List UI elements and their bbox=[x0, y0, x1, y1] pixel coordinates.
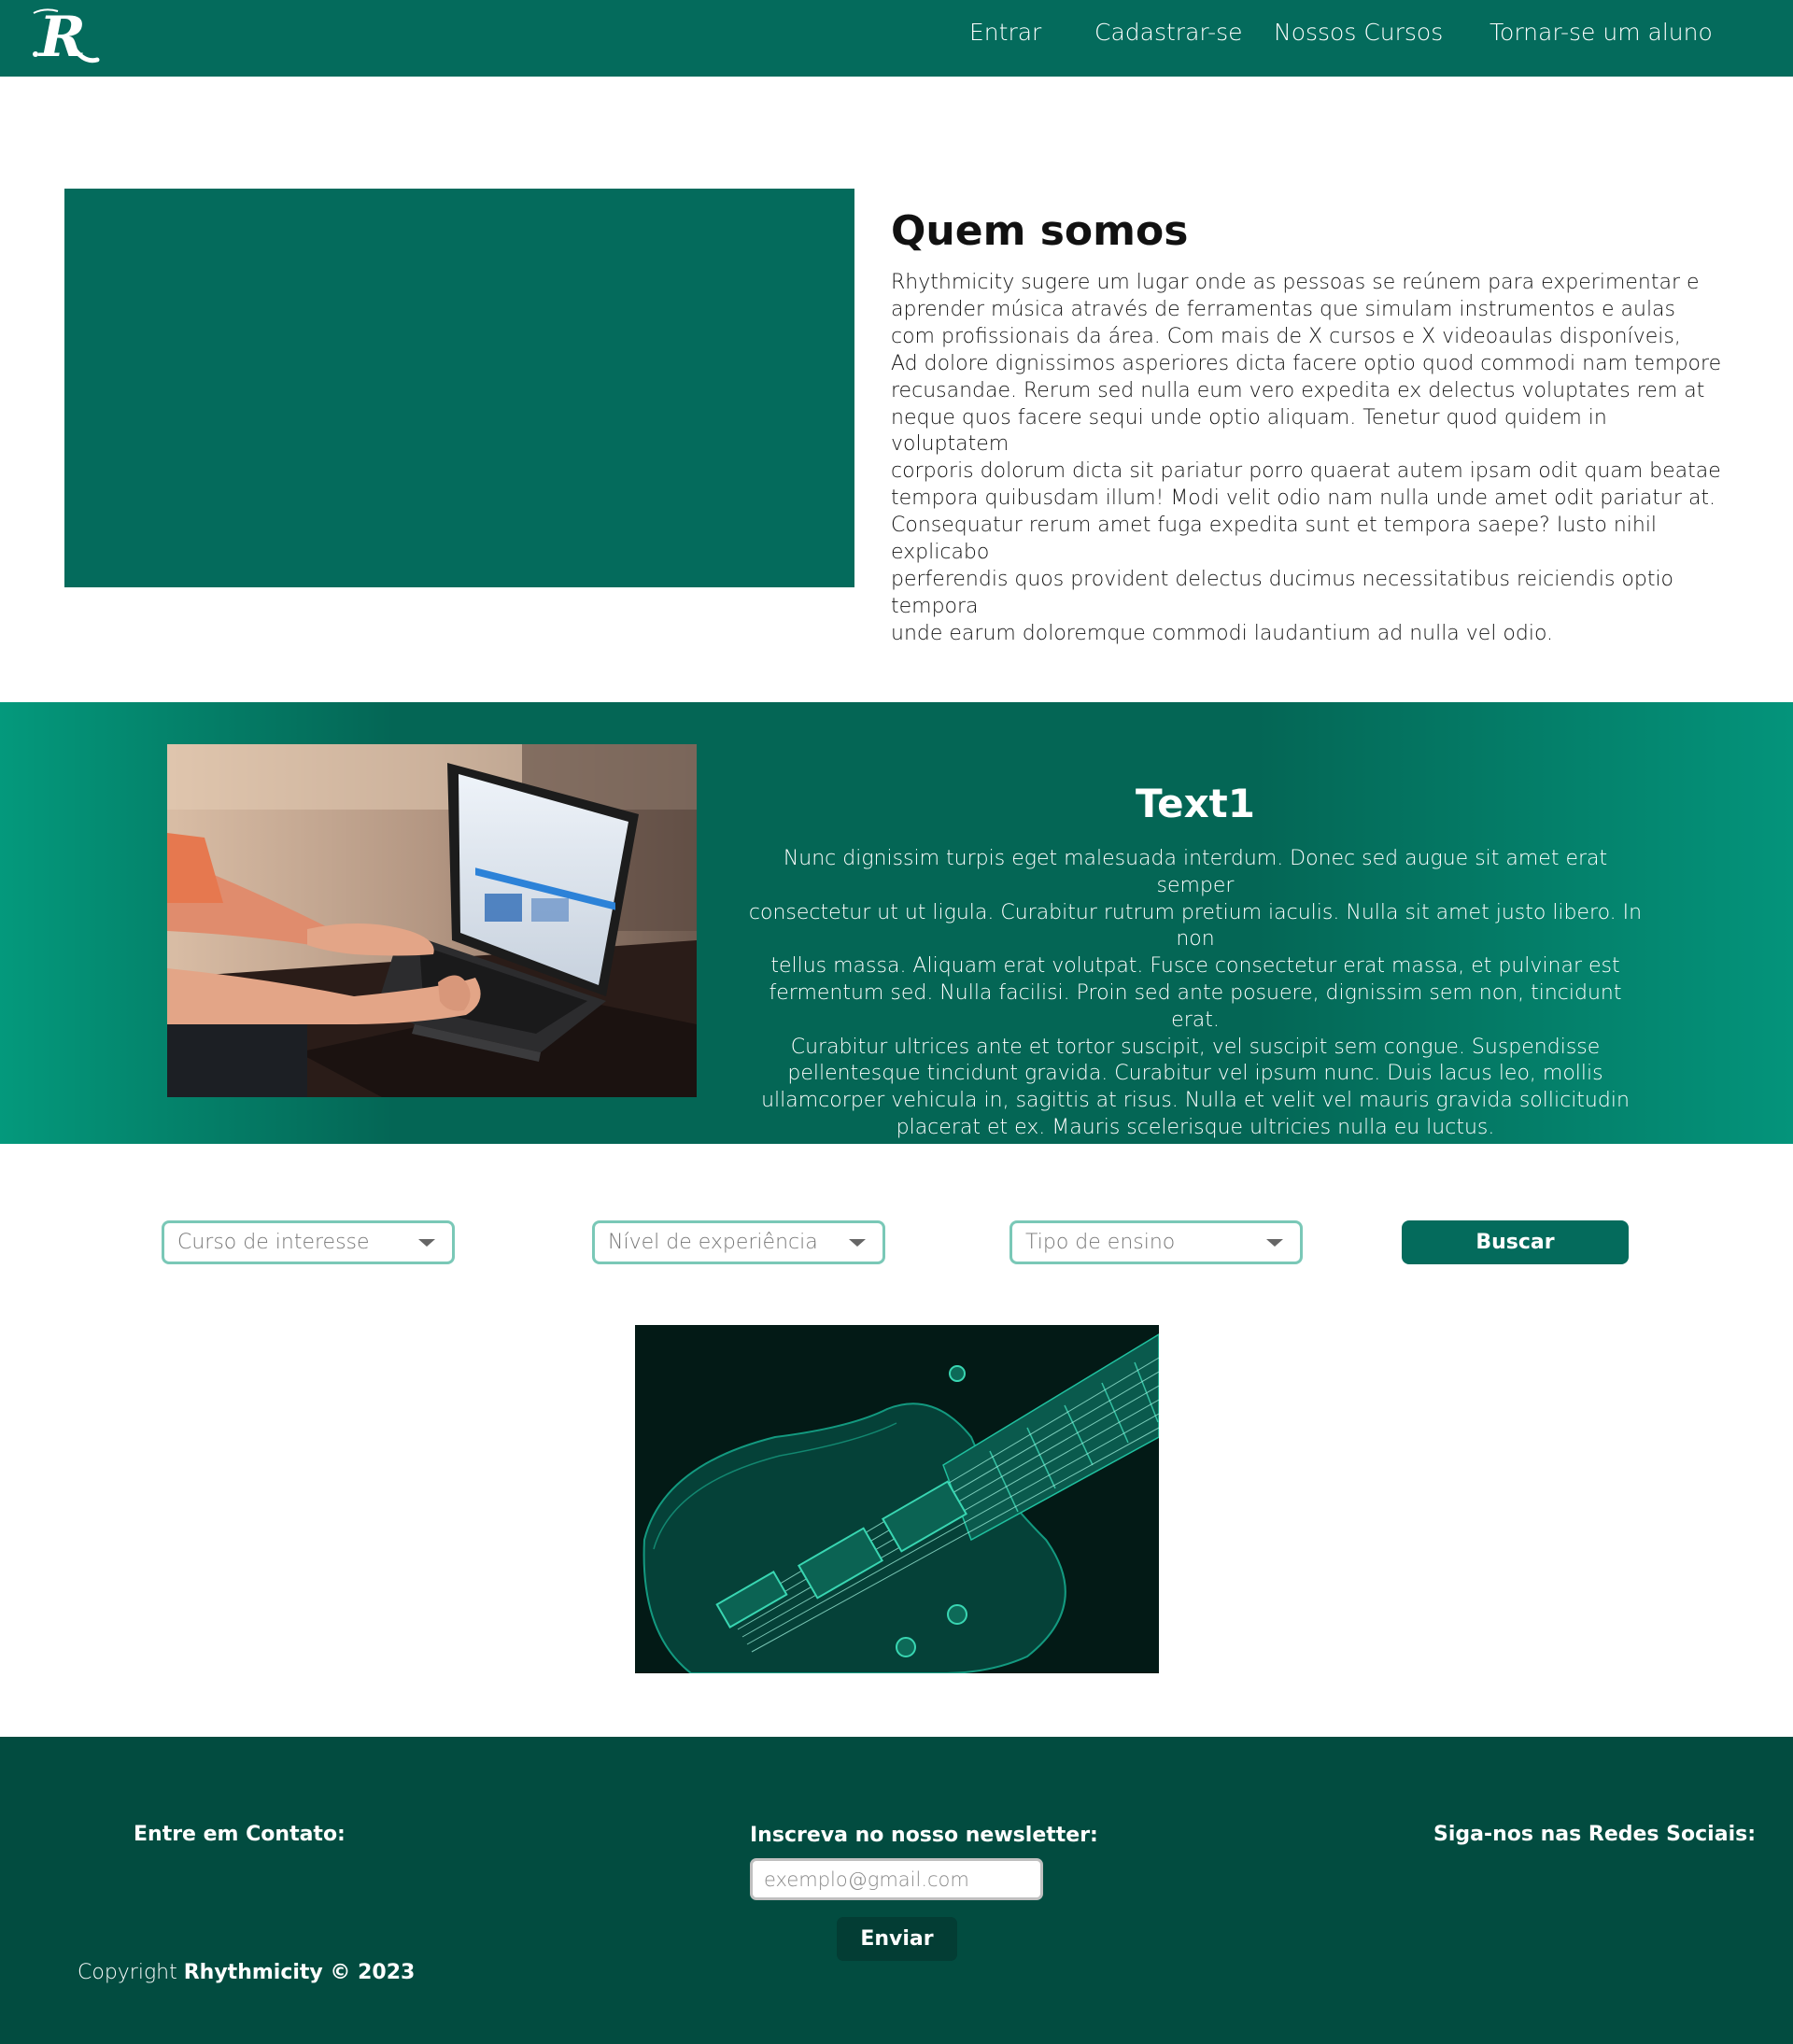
nav-link-cadastrar[interactable]: Cadastrar-se bbox=[1094, 19, 1243, 46]
level-select-label: Nível de experiência bbox=[608, 1231, 818, 1254]
newsletter-email-field[interactable] bbox=[750, 1858, 1043, 1900]
nav-link-entrar[interactable]: Entrar bbox=[969, 19, 1041, 46]
navbar: R Entrar Cadastrar-se Nossos Cursos Torn… bbox=[0, 0, 1793, 77]
copyright: Copyright Rhythmicity © 2023 bbox=[78, 1961, 415, 1984]
course-select[interactable]: Curso de interesse bbox=[162, 1220, 455, 1264]
about-text: Rhythmicity sugere um lugar onde as pess… bbox=[891, 271, 1722, 645]
copyright-prefix: Copyright bbox=[78, 1961, 177, 1984]
social-heading: Siga-nos nas Redes Sociais: bbox=[1433, 1823, 1757, 1846]
about-image-placeholder bbox=[64, 189, 854, 587]
logo-r-icon[interactable]: R bbox=[26, 5, 101, 70]
logo-letter: R bbox=[37, 6, 86, 67]
newsletter-send-button[interactable]: Enviar bbox=[837, 1917, 957, 1961]
teaching-type-select-label: Tipo de ensino bbox=[1025, 1231, 1176, 1254]
copyright-brand: Rhythmicity © 2023 bbox=[183, 1961, 416, 1984]
laptop-photo bbox=[167, 744, 697, 1097]
level-select[interactable]: Nível de experiência bbox=[592, 1220, 885, 1264]
course-select-label: Curso de interesse bbox=[177, 1231, 370, 1254]
chevron-down-icon bbox=[849, 1239, 866, 1247]
feature-title: Text1 bbox=[1136, 781, 1255, 826]
teaching-type-select[interactable]: Tipo de ensino bbox=[1009, 1220, 1303, 1264]
feature-text: Nunc dignissim turpis eget malesuada int… bbox=[748, 847, 1643, 1139]
footer: Entre em Contato: Inscreva no nosso news… bbox=[0, 1737, 1793, 2044]
search-button[interactable]: Buscar bbox=[1402, 1220, 1629, 1264]
about-title: Quem somos bbox=[891, 207, 1189, 255]
nav-link-tornar-aluno[interactable]: Tornar-se um aluno bbox=[1489, 19, 1713, 46]
chevron-down-icon bbox=[1266, 1239, 1283, 1247]
contact-heading: Entre em Contato: bbox=[134, 1823, 346, 1846]
chevron-down-icon bbox=[418, 1239, 435, 1247]
newsletter-heading: Inscreva no nosso newsletter: bbox=[750, 1824, 1098, 1847]
guitar-photo bbox=[635, 1325, 1159, 1673]
nav-link-nossos-cursos[interactable]: Nossos Cursos bbox=[1274, 19, 1443, 46]
newsletter-email-input[interactable] bbox=[753, 1861, 1040, 1897]
